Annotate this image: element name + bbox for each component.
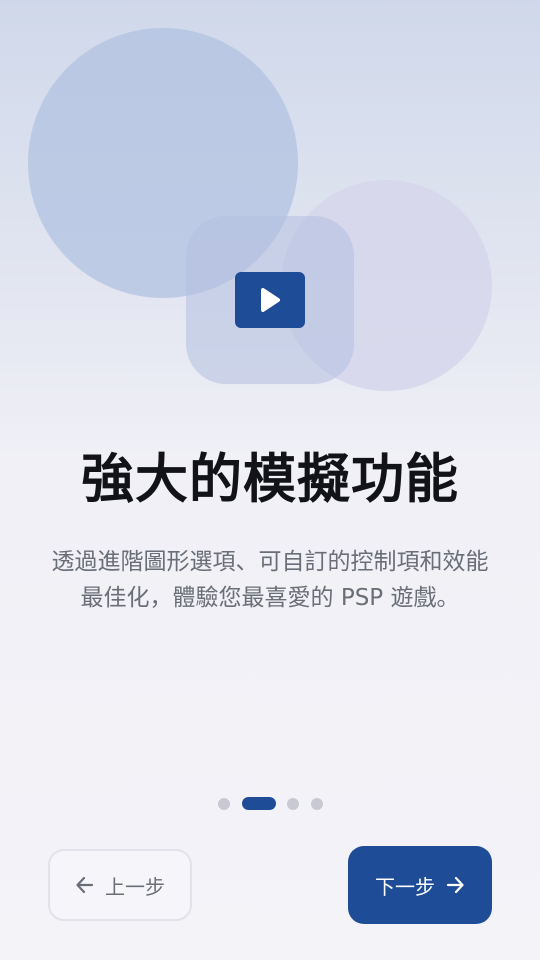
pagination-dot-2-active[interactable] <box>242 797 276 810</box>
arrow-right-icon <box>446 876 464 894</box>
previous-button-label: 上一步 <box>105 874 165 899</box>
page-title: 強大的模擬功能 <box>81 449 459 510</box>
next-button-label: 下一步 <box>375 874 435 899</box>
arrow-left-icon <box>76 876 94 894</box>
pagination-dot-4[interactable] <box>311 798 323 810</box>
pagination-dot-1[interactable] <box>218 798 230 810</box>
play-icon <box>261 288 280 312</box>
next-button[interactable]: 下一步 <box>348 846 492 924</box>
pagination-dot-3[interactable] <box>287 798 299 810</box>
page-description: 透過進階圖形選項、可自訂的控制項和效能最佳化，體驗您最喜愛的 PSP 遊戲。 <box>51 549 489 611</box>
hero-play-tile <box>235 272 305 328</box>
pagination-dots <box>0 797 540 811</box>
previous-button[interactable]: 上一步 <box>48 849 192 921</box>
